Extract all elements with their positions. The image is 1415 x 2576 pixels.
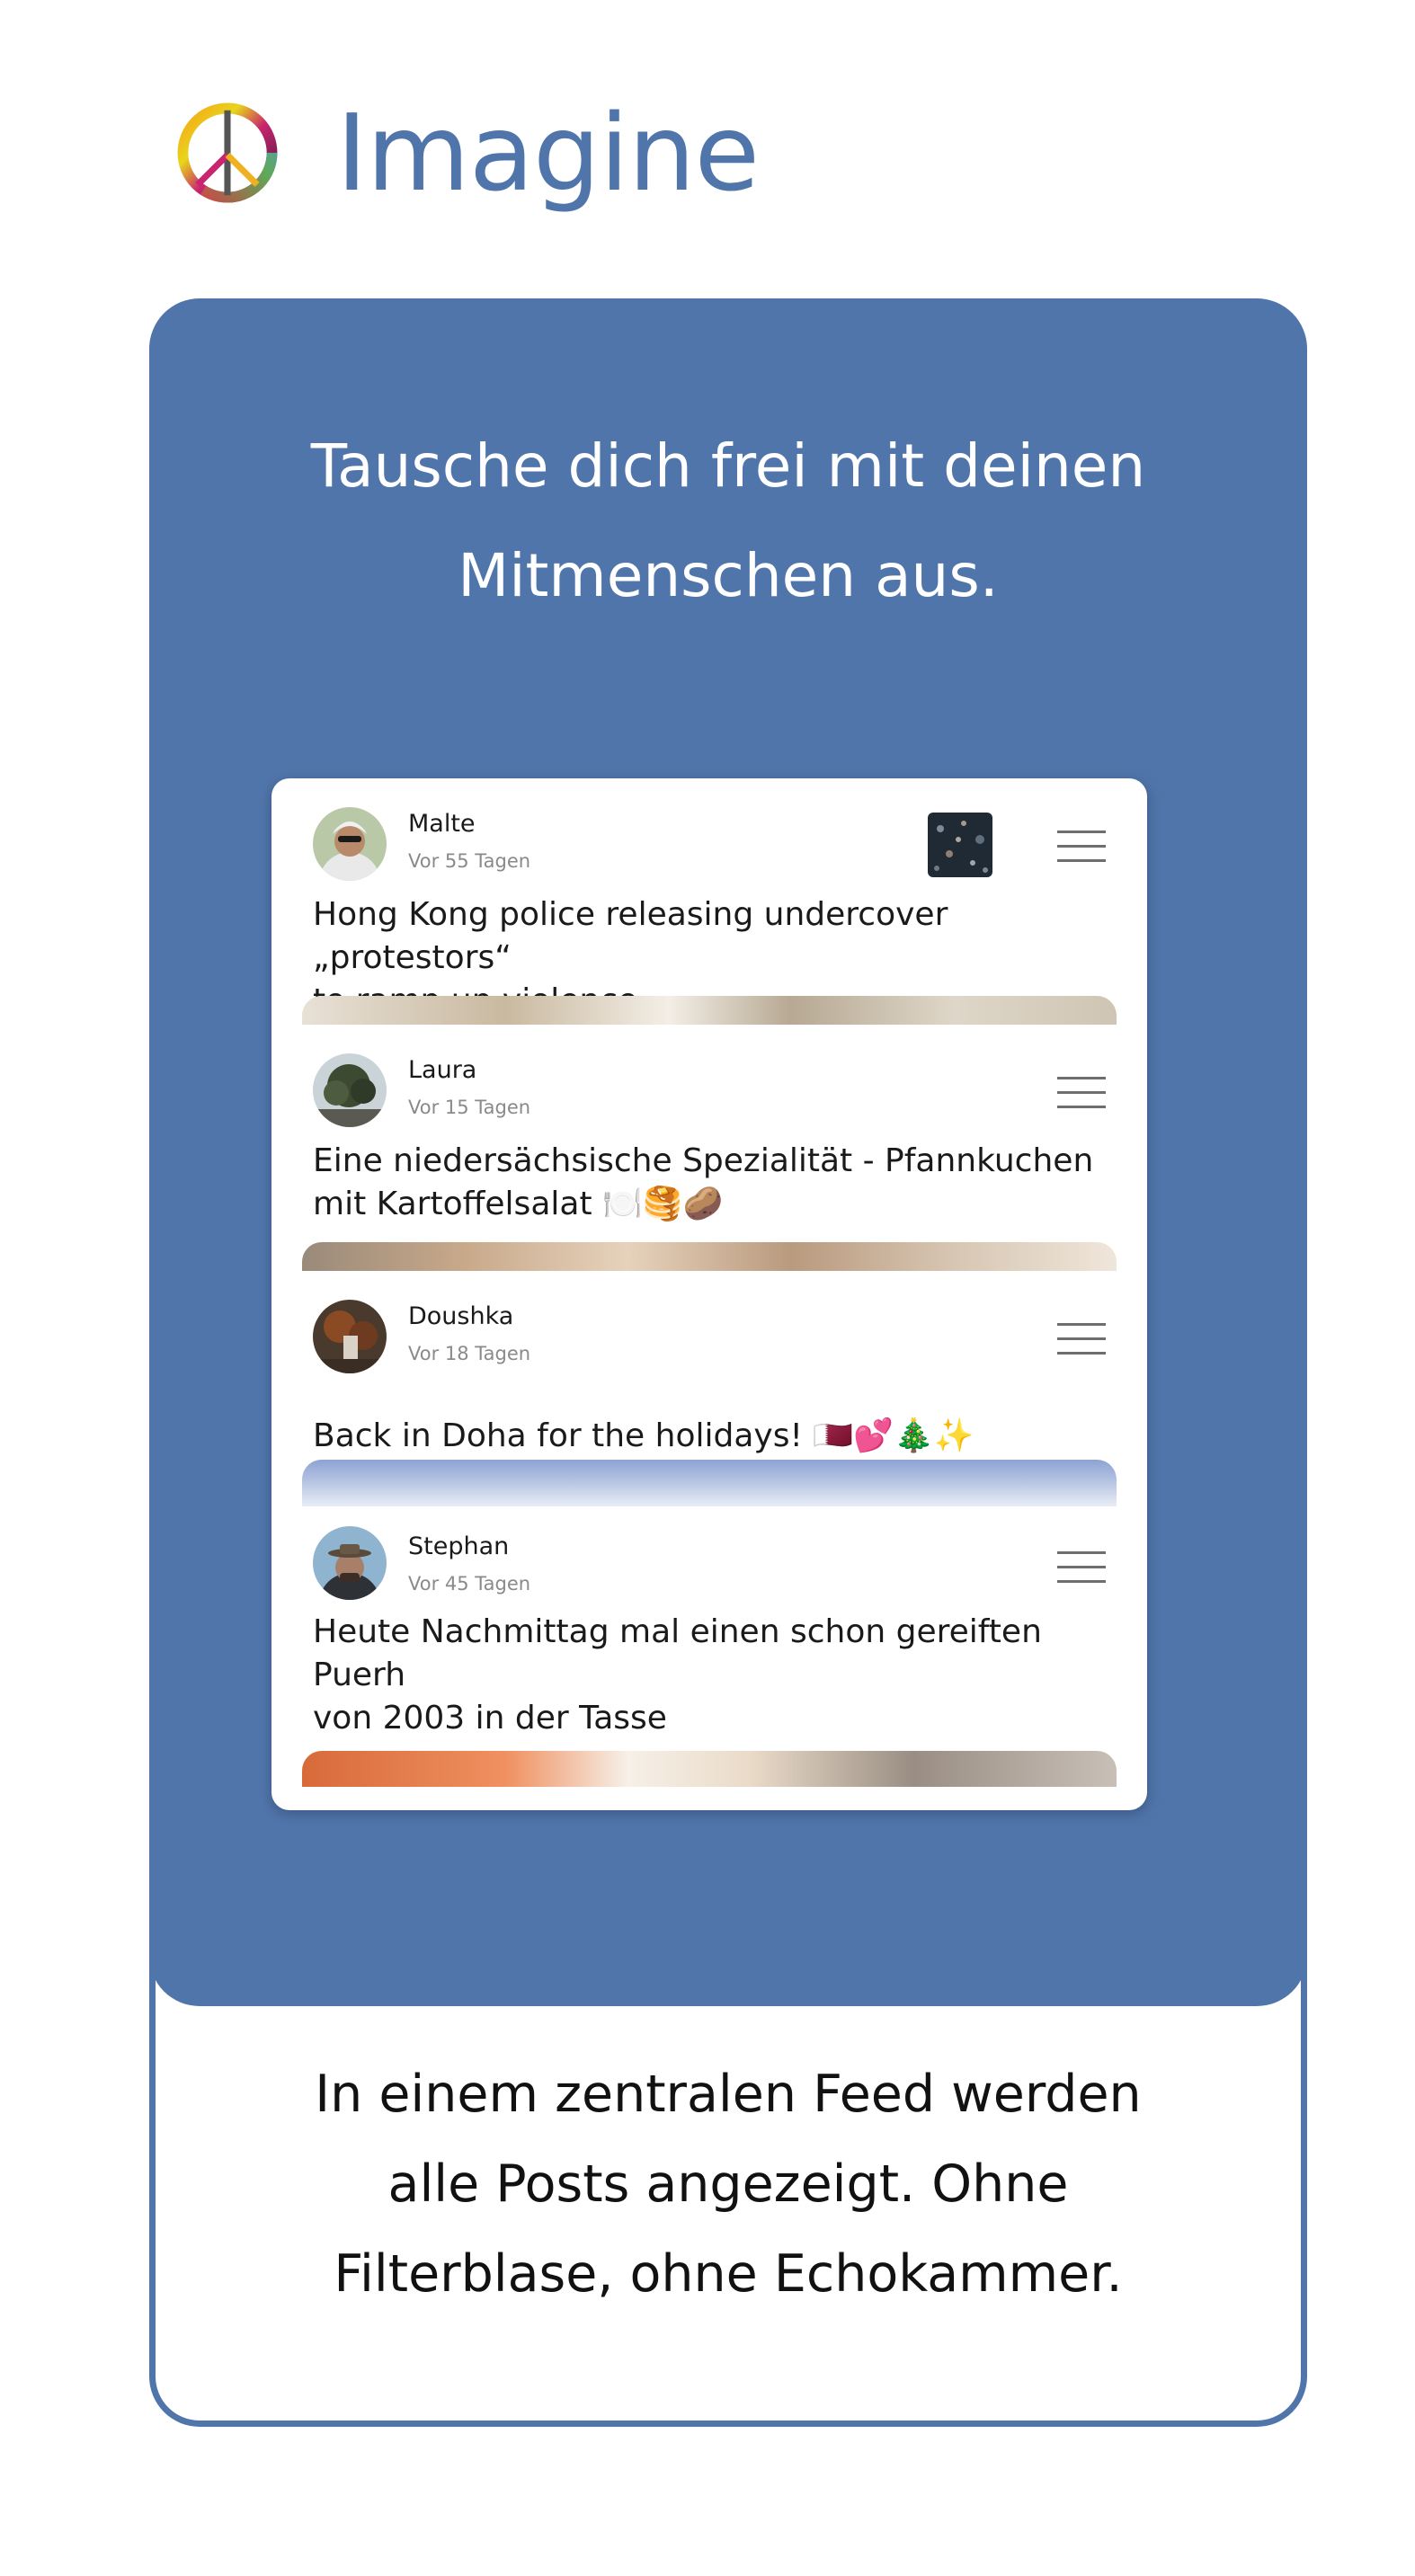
promo-card: Tausche dich frei mit deinen Mitmenschen… <box>149 298 1307 2006</box>
post-time: Vor 45 Tagen <box>408 1573 531 1594</box>
post-item[interactable]: Stephan Vor 45 Tagen Heute Nachmittag ma… <box>291 1506 1127 1810</box>
feed-list[interactable]: Malte Vor 55 Tagen Hong Kong police rele… <box>291 778 1127 1810</box>
post-text-line: Back in Doha for the holidays! 🇶🇦💕🎄✨ <box>313 1417 974 1454</box>
headline: Tausche dich frei mit deinen Mitmenschen… <box>149 412 1307 631</box>
post-thumbnail[interactable] <box>928 813 992 877</box>
post-menu-icon[interactable] <box>1057 1077 1106 1109</box>
post-image[interactable] <box>302 1751 1117 1787</box>
post-menu-icon[interactable] <box>1057 1323 1106 1355</box>
post-item[interactable]: Malte Vor 55 Tagen Hong Kong police rele… <box>291 778 1127 1025</box>
post-author[interactable]: Laura <box>408 1055 476 1086</box>
person-sunglasses-avatar[interactable] <box>313 807 387 881</box>
autumn-scene-avatar[interactable] <box>313 1300 387 1373</box>
post-text: Back in Doha for the holidays! 🇶🇦💕🎄✨ <box>313 1415 1109 1458</box>
post-author[interactable]: Stephan <box>408 1532 509 1562</box>
feed-caption: In einem zentralen Feed werden alle Post… <box>156 2049 1301 2319</box>
caption-line: Filterblase, ohne Echokammer. <box>334 2244 1123 2304</box>
post-author[interactable]: Doushka <box>408 1301 513 1332</box>
post-text-line: mit Kartoffelsalat 🍽️🥞🥔 <box>313 1186 724 1222</box>
post-text: Heute Nachmittag mal einen schon gereift… <box>313 1611 1109 1740</box>
post-image[interactable] <box>302 1242 1117 1271</box>
headline-line: Mitmenschen aus. <box>458 541 999 610</box>
post-item[interactable]: Laura Vor 15 Tagen Eine niedersächsische… <box>291 1025 1127 1271</box>
post-item[interactable]: Doushka Vor 18 Tagen Back in Doha for th… <box>291 1271 1127 1506</box>
post-menu-icon[interactable] <box>1057 1551 1106 1584</box>
post-image[interactable] <box>302 996 1117 1025</box>
post-text-line: von 2003 in der Tasse <box>313 1700 667 1737</box>
post-time: Vor 55 Tagen <box>408 850 531 872</box>
headline-line: Tausche dich frei mit deinen <box>310 431 1146 501</box>
feed-preview: Malte Vor 55 Tagen Hong Kong police rele… <box>271 778 1147 1810</box>
post-text-line: Heute Nachmittag mal einen schon gereift… <box>313 1613 1042 1693</box>
tree-avatar[interactable] <box>313 1053 387 1127</box>
post-menu-icon[interactable] <box>1057 831 1106 863</box>
post-time: Vor 15 Tagen <box>408 1097 531 1118</box>
post-time: Vor 18 Tagen <box>408 1343 531 1364</box>
peace-logo-icon <box>177 102 278 203</box>
caption-line: alle Posts angezeigt. Ohne <box>387 2154 1069 2214</box>
brand-header: Imagine <box>174 90 760 216</box>
post-text-line: Eine niedersächsische Spezialität - Pfan… <box>313 1142 1094 1179</box>
person-hat-avatar[interactable] <box>313 1526 387 1600</box>
caption-line: In einem zentralen Feed werden <box>315 2065 1142 2124</box>
post-text: Eine niedersächsische Spezialität - Pfan… <box>313 1140 1109 1226</box>
post-author[interactable]: Malte <box>408 809 476 839</box>
post-image[interactable] <box>302 1460 1117 1506</box>
post-text-line: Hong Kong police releasing undercover „p… <box>313 896 948 976</box>
app-title: Imagine <box>336 91 760 215</box>
